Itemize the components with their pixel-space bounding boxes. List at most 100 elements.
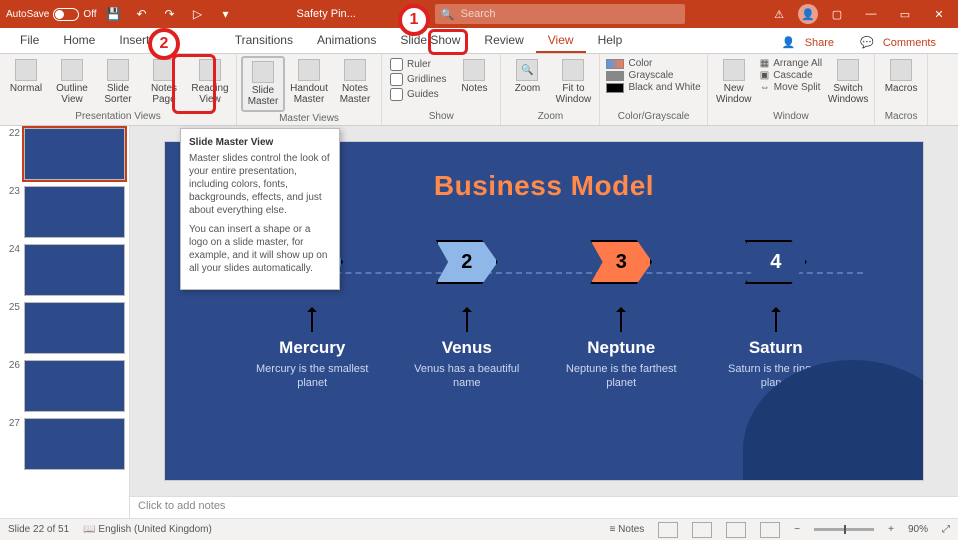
undo-icon[interactable]: ↶ [131, 3, 153, 25]
tab-review[interactable]: Review [472, 29, 535, 53]
arrow-shape-2[interactable]: 2 [436, 240, 498, 284]
toggle-off-icon[interactable] [53, 8, 79, 21]
outline-view-button[interactable]: Outline View [50, 56, 94, 108]
thumb-number: 25 [4, 302, 20, 354]
arrange-all-button[interactable]: ▦Arrange All [760, 58, 822, 69]
reading-view-icon[interactable] [726, 522, 746, 538]
zoom-slider[interactable] [814, 528, 874, 531]
thumb-number: 24 [4, 244, 20, 296]
document-title[interactable]: Safety Pin... [297, 8, 356, 20]
arrange-icon: ▦ [760, 58, 769, 69]
step-3[interactable]: 3 Neptune Neptune is the farthest planet [561, 240, 681, 391]
redo-icon[interactable]: ↷ [159, 3, 181, 25]
close-button[interactable]: ✕ [924, 3, 954, 25]
slide-master-icon [252, 61, 274, 83]
thumbnail-22[interactable] [24, 128, 125, 180]
thumbnail-23[interactable] [24, 186, 125, 238]
slideshow-view-icon[interactable] [760, 522, 780, 538]
color-icon [606, 59, 624, 69]
notes-pane[interactable]: Click to add notes [130, 496, 958, 518]
start-show-icon[interactable]: ▷ [187, 3, 209, 25]
thumbnail-25[interactable] [24, 302, 125, 354]
fit-to-window-icon[interactable]: ⤢ [942, 524, 950, 535]
guides-checkbox[interactable]: Guides [390, 88, 446, 101]
split-icon: ⇔ [760, 82, 770, 93]
step-2-desc[interactable]: Venus has a beautiful name [407, 362, 527, 391]
arrow-shape-3[interactable]: 3 [590, 240, 652, 284]
title-bar: AutoSave Off 💾 ↶ ↷ ▷ ▾ Safety Pin... 🔍 S… [0, 0, 958, 28]
grayscale-icon [606, 71, 624, 81]
normal-view-icon[interactable] [658, 522, 678, 538]
group-color: Color/Grayscale [604, 110, 702, 123]
step-2[interactable]: 2 Venus Venus has a beautiful name [407, 240, 527, 391]
notes-button[interactable]: Notes [452, 56, 496, 97]
fit-window-button[interactable]: Fit to Window [551, 56, 595, 108]
cascade-button[interactable]: ▣Cascade [760, 70, 822, 81]
zoom-button[interactable]: 🔍Zoom [505, 56, 549, 97]
tab-file[interactable]: File [8, 29, 51, 53]
up-arrow-icon [620, 308, 622, 332]
step-3-desc[interactable]: Neptune is the farthest planet [561, 362, 681, 391]
thumbnail-27[interactable] [24, 418, 125, 470]
normal-view-button[interactable]: Normal [4, 56, 48, 97]
switch-icon [837, 59, 859, 81]
color-button[interactable]: Color [606, 58, 700, 69]
zoom-level[interactable]: 90% [908, 524, 928, 535]
group-zoom: Zoom [505, 110, 595, 123]
sorter-view-icon[interactable] [692, 522, 712, 538]
tab-transitions[interactable]: Transitions [223, 29, 305, 53]
thumbnail-24[interactable] [24, 244, 125, 296]
callout-ring-view [428, 29, 468, 55]
minimize-button[interactable]: — [856, 3, 886, 25]
step-1-name[interactable]: Mercury [279, 338, 345, 358]
restore-button[interactable]: ▭ [890, 3, 920, 25]
zoom-in-button[interactable]: + [888, 524, 894, 535]
search-input[interactable]: 🔍 Search [435, 4, 685, 24]
save-icon[interactable]: 💾 [103, 3, 125, 25]
slide-thumbnails[interactable]: 22 23 24 25 26 27 [0, 126, 130, 518]
comments-button[interactable]: 💬 Comments [854, 32, 948, 53]
slide-master-button[interactable]: Slide Master [241, 56, 285, 112]
slide-counter[interactable]: Slide 22 of 51 [8, 524, 69, 535]
move-split-button[interactable]: ⇔Move Split [760, 82, 822, 93]
ribbon-tabs: File Home Insert Design Transitions Anim… [0, 28, 958, 54]
tab-home[interactable]: Home [51, 29, 107, 53]
notes-icon [463, 59, 485, 81]
account-avatar[interactable]: 👤 [798, 4, 818, 24]
tab-view[interactable]: View [536, 29, 586, 53]
switch-windows-button[interactable]: Switch Windows [826, 56, 870, 108]
ruler-checkbox[interactable]: Ruler [390, 58, 446, 71]
new-window-button[interactable]: New Window [712, 56, 756, 108]
notes-toggle[interactable]: ≡ Notes [610, 524, 645, 535]
share-button[interactable]: 👤 Share [776, 32, 846, 53]
step-2-name[interactable]: Venus [442, 338, 492, 358]
gridlines-checkbox[interactable]: Gridlines [390, 73, 446, 86]
zoom-out-button[interactable]: − [794, 524, 800, 535]
tab-animations[interactable]: Animations [305, 29, 388, 53]
ribbon-options-icon[interactable]: ▢ [822, 3, 852, 25]
autosave-toggle[interactable]: AutoSave Off [6, 8, 97, 21]
zoom-icon: 🔍 [516, 59, 538, 81]
autosave-state: Off [83, 9, 96, 20]
macros-button[interactable]: Macros [879, 56, 923, 97]
step-1-desc[interactable]: Mercury is the smallest planet [252, 362, 372, 391]
qat-more-icon[interactable]: ▾ [215, 3, 237, 25]
step-3-name[interactable]: Neptune [587, 338, 655, 358]
notes-master-button[interactable]: Notes Master [333, 56, 377, 108]
fit-icon [562, 59, 584, 81]
handout-master-icon [298, 59, 320, 81]
tooltip-body-2: You can insert a shape or a logo on a sl… [189, 223, 331, 275]
group-window: Window [712, 110, 870, 123]
tab-help[interactable]: Help [586, 29, 635, 53]
language-indicator[interactable]: 📖 English (United Kingdom) [83, 524, 212, 535]
thumbnail-26[interactable] [24, 360, 125, 412]
warning-icon[interactable]: ⚠ [764, 3, 794, 25]
handout-master-button[interactable]: Handout Master [287, 56, 331, 108]
slide-sorter-button[interactable]: Slide Sorter [96, 56, 140, 108]
step-4-name[interactable]: Saturn [749, 338, 803, 358]
arrow-shape-4[interactable]: 4 [745, 240, 807, 284]
blackwhite-button[interactable]: Black and White [606, 82, 700, 93]
normal-icon [15, 59, 37, 81]
tooltip-title: Slide Master View [189, 137, 331, 148]
grayscale-button[interactable]: Grayscale [606, 70, 700, 81]
